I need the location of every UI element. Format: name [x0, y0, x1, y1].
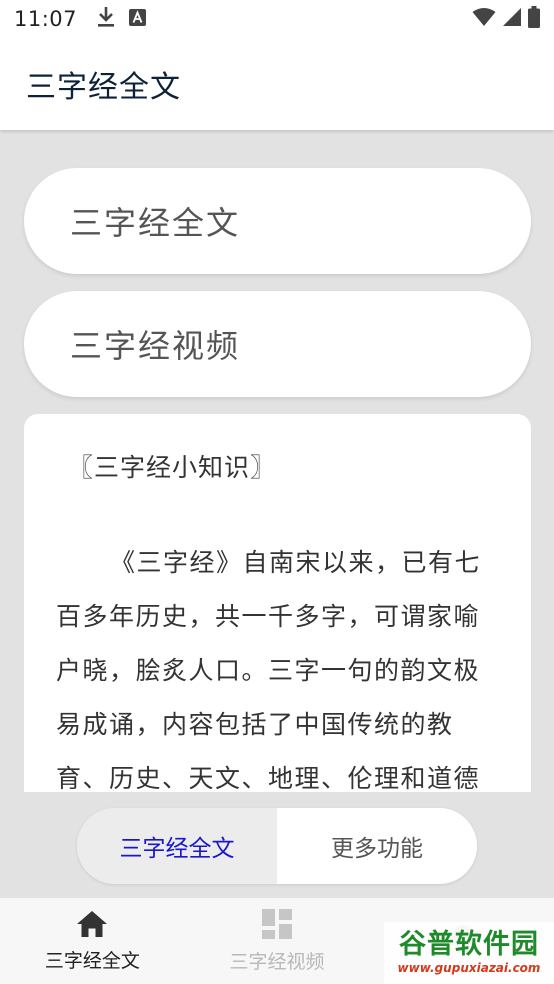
- nav-item-full-text[interactable]: 三字经全文: [0, 898, 185, 984]
- watermark-main: 谷普软件园: [399, 929, 539, 960]
- battery-icon: [528, 6, 540, 32]
- app-bar: 三字经全文: [0, 38, 554, 130]
- watermark: 谷普软件园 www.gupuxiazai.com: [384, 922, 554, 984]
- segment-full-text[interactable]: 三字经全文: [77, 808, 277, 884]
- nav-label-full-text: 三字经全文: [44, 949, 140, 972]
- video-button[interactable]: 三字经视频: [24, 291, 531, 397]
- signal-icon: [502, 7, 522, 31]
- app-title: 三字经全文: [26, 70, 181, 105]
- wifi-icon: [472, 7, 496, 31]
- download-icon: [97, 6, 115, 32]
- watermark-url: www.gupuxiazai.com: [397, 961, 541, 975]
- knowledge-body: 《三字经》自南宋以来，已有七百多年历史，共一千多字，可谓家喻户晓，脍炙人口。三字…: [56, 548, 482, 792]
- knowledge-card[interactable]: 〖三字经小知识〗 《三字经》自南宋以来，已有七百多年历史，共一千多字，可谓家喻户…: [24, 414, 531, 792]
- segment-more-features[interactable]: 更多功能: [277, 808, 477, 884]
- home-icon: [76, 910, 108, 942]
- nav-item-video[interactable]: 三字经视频: [185, 898, 370, 984]
- grid-icon: [262, 908, 292, 943]
- segmented-control: 三字经全文 更多功能: [77, 808, 477, 884]
- knowledge-heading: 〖三字经小知识〗: [68, 453, 277, 482]
- nav-label-video: 三字经视频: [229, 950, 325, 973]
- a-box-icon: [129, 8, 147, 30]
- segment-full-text-label: 三字经全文: [119, 836, 235, 862]
- full-text-button-label: 三字经全文: [70, 204, 241, 242]
- full-text-button[interactable]: 三字经全文: [24, 168, 531, 274]
- status-bar: 11:07: [0, 0, 554, 38]
- status-time: 11:07: [14, 7, 78, 31]
- segment-more-features-label: 更多功能: [331, 836, 423, 862]
- video-button-label: 三字经视频: [70, 327, 241, 365]
